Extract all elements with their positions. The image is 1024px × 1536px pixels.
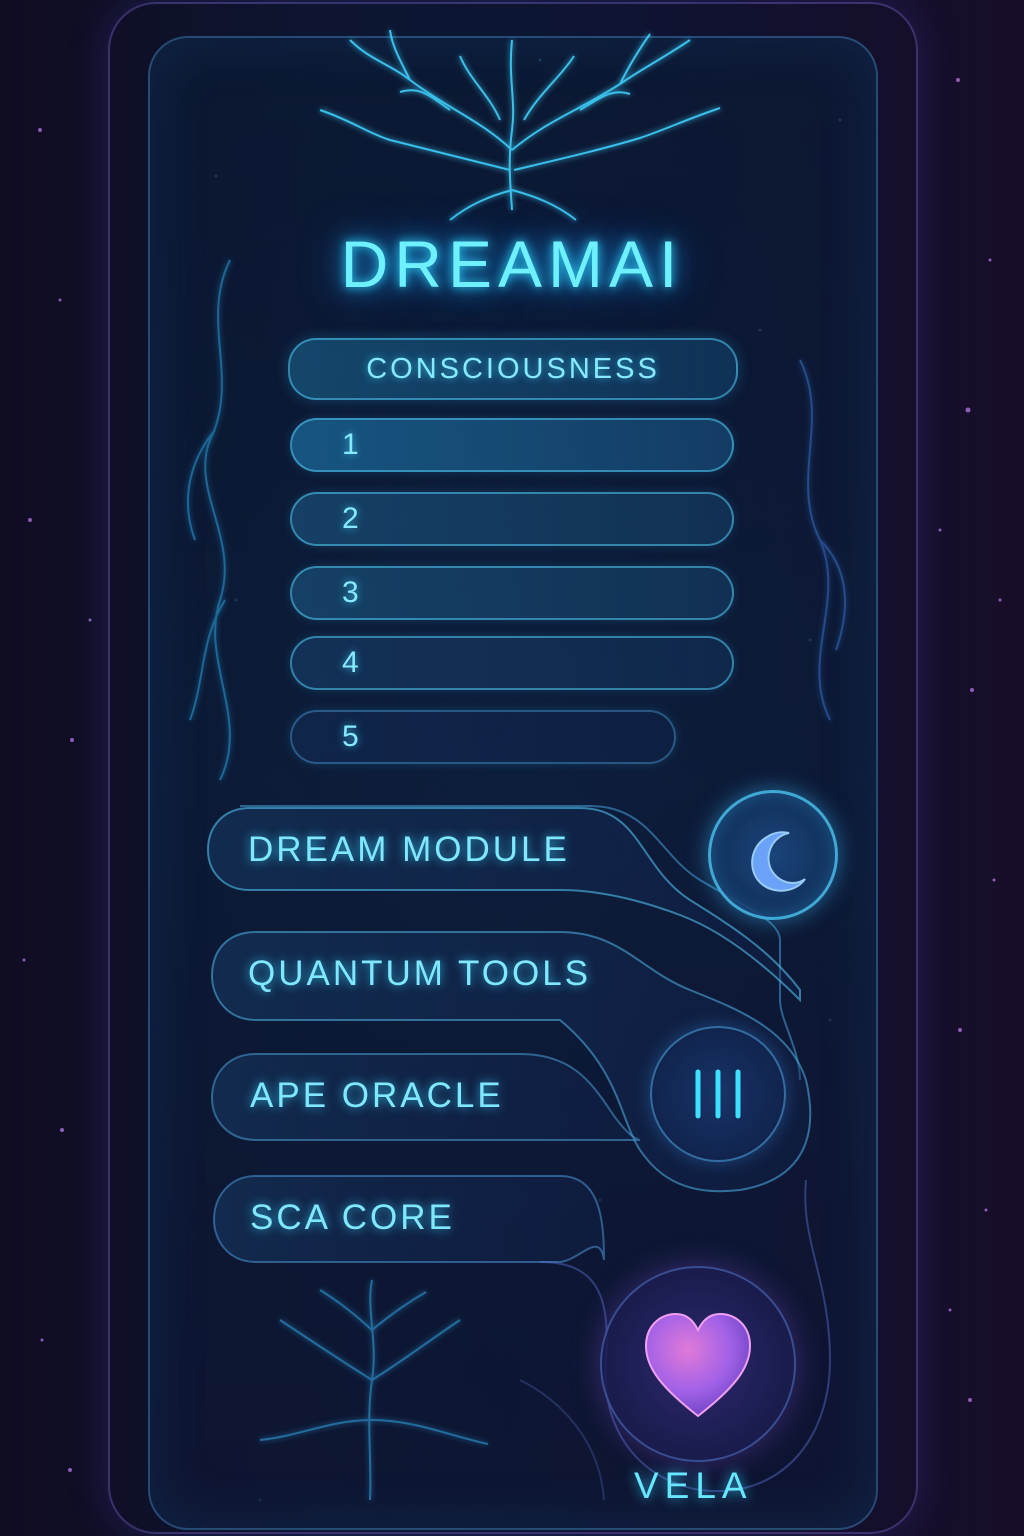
dream-module-label[interactable]: DREAM MODULE — [248, 830, 570, 870]
moon-icon — [751, 831, 806, 892]
bars-icon — [695, 1069, 741, 1119]
heart-icon — [644, 1312, 752, 1418]
vela-label: VELA — [634, 1465, 753, 1506]
ape-oracle-label[interactable]: APE ORACLE — [250, 1076, 504, 1116]
dream-toggle-button[interactable] — [708, 790, 838, 920]
quantum-tools-label[interactable]: QUANTUM TOOLS — [248, 954, 591, 994]
quantum-tools-button[interactable] — [650, 1026, 786, 1162]
vela-heart-button[interactable] — [600, 1266, 796, 1462]
sca-core-label[interactable]: SCA CORE — [250, 1198, 455, 1238]
module-flow-paths — [206, 805, 832, 1501]
